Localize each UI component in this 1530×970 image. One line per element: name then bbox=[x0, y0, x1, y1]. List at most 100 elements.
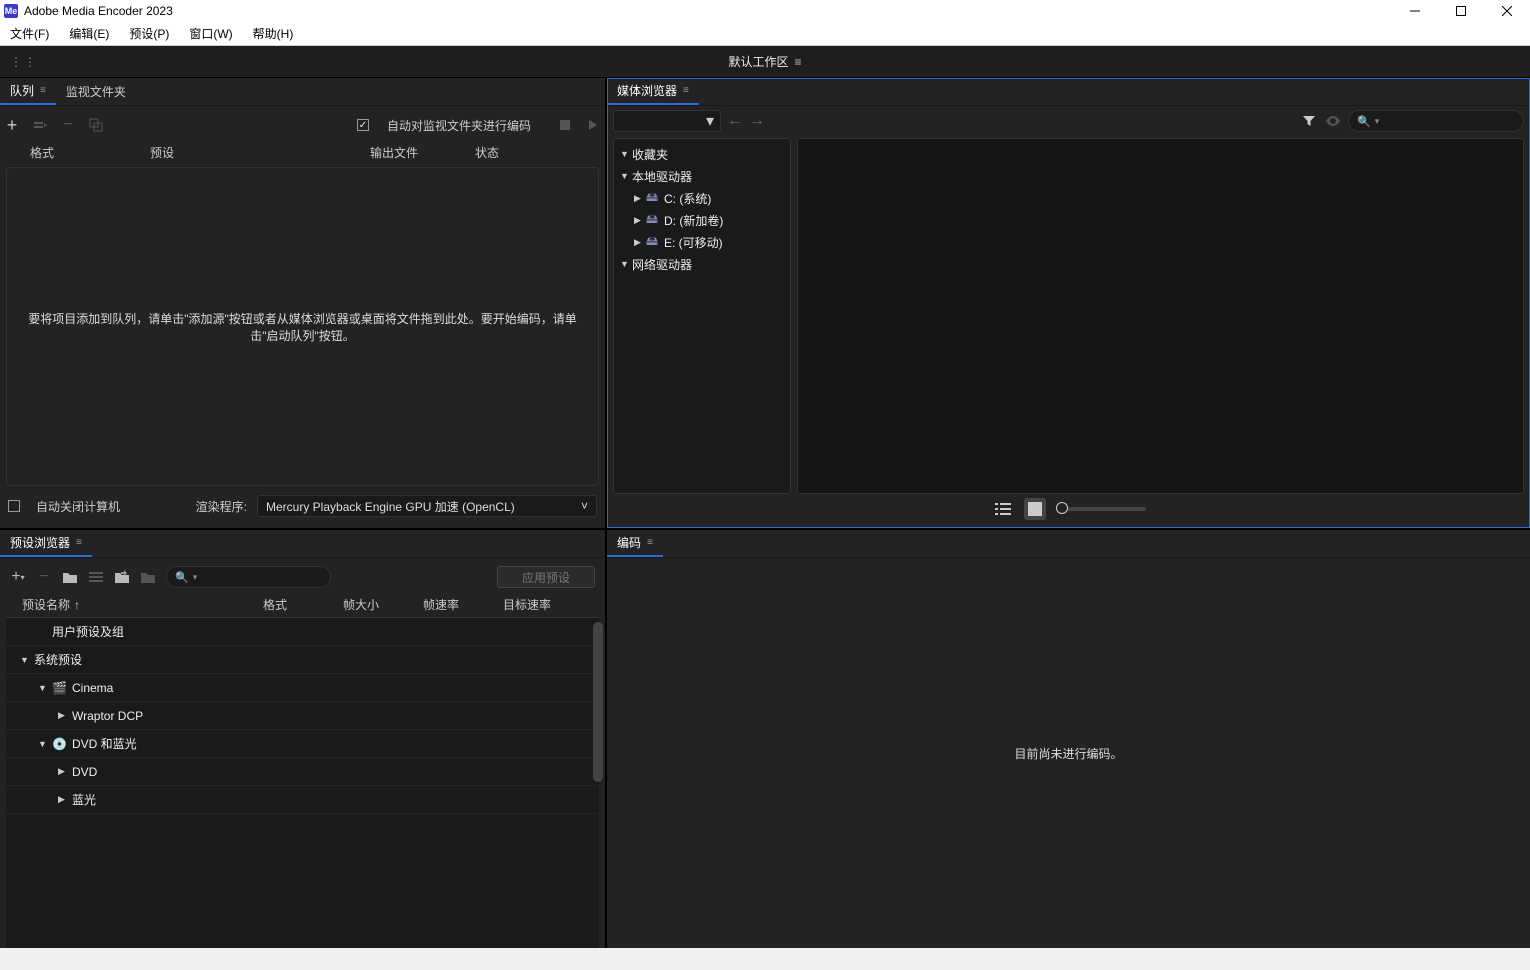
tab-label: 编码 bbox=[617, 534, 641, 551]
preset-row-label: 系统预设 bbox=[34, 651, 82, 668]
preset-row[interactable]: ▶Wraptor DCP bbox=[6, 702, 599, 730]
queue-dropzone[interactable]: 要将项目添加到队列，请单击"添加源"按钮或者从媒体浏览器或桌面将文件拖到此处。要… bbox=[6, 167, 599, 486]
twist-icon[interactable]: ▶ bbox=[58, 766, 72, 777]
panel-grip-icon[interactable]: ⋮⋮ bbox=[10, 55, 38, 69]
bottom-strip bbox=[0, 948, 1530, 970]
list-view-icon[interactable] bbox=[992, 498, 1014, 520]
menu-window[interactable]: 窗口(W) bbox=[179, 22, 242, 45]
preset-row[interactable]: ▶DVD bbox=[6, 758, 599, 786]
eye-icon[interactable] bbox=[1324, 112, 1342, 130]
preset-search-input[interactable]: 🔍 ▾ bbox=[166, 566, 331, 588]
queue-panel: 队列 ≡ 监视文件夹 + − 自动对监视文件夹进行编码 bbox=[0, 78, 605, 528]
twist-icon[interactable]: ▶ bbox=[58, 794, 72, 805]
panel-menu-icon[interactable]: ≡ bbox=[647, 537, 653, 548]
drive-icon: 🖴 bbox=[646, 210, 660, 231]
close-button[interactable] bbox=[1484, 0, 1530, 22]
menu-edit[interactable]: 编辑(E) bbox=[59, 22, 119, 45]
minimize-button[interactable] bbox=[1392, 0, 1438, 22]
duplicate-button[interactable] bbox=[88, 117, 104, 133]
preset-row-label: 用户预设及组 bbox=[52, 623, 124, 640]
app-title: Adobe Media Encoder 2023 bbox=[24, 4, 173, 18]
renderer-label: 渲染程序: bbox=[196, 498, 247, 515]
export-preset-button[interactable] bbox=[140, 569, 156, 585]
thumbnail-view-icon[interactable] bbox=[1024, 498, 1046, 520]
preset-row-label: Wraptor DCP bbox=[72, 709, 143, 723]
renderer-value: Mercury Playback Engine GPU 加速 (OpenCL) bbox=[266, 498, 515, 515]
preset-row[interactable]: 用户预设及组 bbox=[6, 618, 599, 646]
menubar: 文件(F) 编辑(E) 预设(P) 窗口(W) 帮助(H) bbox=[0, 22, 1530, 46]
remove-button[interactable]: − bbox=[60, 117, 76, 133]
tab-queue[interactable]: 队列 ≡ bbox=[0, 78, 56, 105]
tree-favorites[interactable]: ▼收藏夹 bbox=[614, 143, 790, 165]
auto-shutdown-checkbox[interactable] bbox=[8, 500, 20, 512]
auto-encode-checkbox[interactable] bbox=[357, 119, 369, 131]
import-preset-button[interactable] bbox=[114, 569, 130, 585]
search-icon: 🔍 bbox=[175, 571, 189, 584]
maximize-button[interactable] bbox=[1438, 0, 1484, 22]
chevron-down-icon: ˅ bbox=[581, 499, 588, 513]
media-thumbnail-area[interactable] bbox=[797, 138, 1524, 494]
preset-row[interactable]: ▶蓝光 bbox=[6, 786, 599, 814]
nav-back-icon[interactable]: ← bbox=[727, 113, 743, 129]
renderer-select[interactable]: Mercury Playback Engine GPU 加速 (OpenCL) … bbox=[257, 495, 597, 517]
twist-icon[interactable]: ▼ bbox=[38, 683, 52, 693]
nav-forward-icon[interactable]: → bbox=[749, 113, 765, 129]
new-preset-button[interactable]: +▾ bbox=[10, 569, 26, 585]
col-preset-name[interactable]: 预设名称↑ bbox=[22, 596, 263, 613]
stop-queue-button[interactable] bbox=[557, 117, 573, 133]
start-queue-button[interactable] bbox=[585, 117, 601, 133]
tab-encoding[interactable]: 编码 ≡ bbox=[607, 530, 663, 557]
scrollbar[interactable] bbox=[593, 622, 603, 782]
panel-menu-icon[interactable]: ≡ bbox=[683, 85, 689, 96]
preset-row[interactable]: ▼💿DVD 和蓝光 bbox=[6, 730, 599, 758]
panel-menu-icon[interactable]: ≡ bbox=[76, 537, 82, 548]
preset-row[interactable]: ▼系统预设 bbox=[6, 646, 599, 674]
menu-preset[interactable]: 预设(P) bbox=[119, 22, 179, 45]
search-icon: 🔍 bbox=[1357, 115, 1371, 128]
new-group-button[interactable] bbox=[62, 569, 78, 585]
apply-preset-button[interactable]: 应用预设 bbox=[497, 566, 595, 588]
tree-network-drives[interactable]: ▼网络驱动器 bbox=[614, 253, 790, 275]
encoding-idle-text: 目前尚未进行编码。 bbox=[1014, 745, 1122, 762]
col-format: 格式 bbox=[30, 144, 150, 161]
col-framesize[interactable]: 帧大小 bbox=[343, 596, 423, 613]
preset-browser-panel: 预设浏览器 ≡ +▾ − 🔍 bbox=[0, 530, 605, 948]
workspace-label[interactable]: 默认工作区 bbox=[728, 53, 788, 70]
preset-row[interactable]: ▼🎬Cinema bbox=[6, 674, 599, 702]
preset-list[interactable]: 用户预设及组▼系统预设▼🎬Cinema▶Wraptor DCP▼💿DVD 和蓝光… bbox=[6, 617, 599, 948]
tree-local-drives[interactable]: ▼本地驱动器 bbox=[614, 165, 790, 187]
menu-file[interactable]: 文件(F) bbox=[0, 22, 59, 45]
panel-menu-icon[interactable]: ≡ bbox=[40, 85, 46, 96]
tab-watch-folders[interactable]: 监视文件夹 bbox=[56, 78, 136, 105]
add-source-button[interactable]: + bbox=[4, 117, 20, 133]
cinema-icon: 🎬 bbox=[52, 681, 68, 695]
encoding-body: 目前尚未进行编码。 bbox=[607, 558, 1530, 948]
col-bitrate[interactable]: 目标速率 bbox=[503, 596, 583, 613]
zoom-handle[interactable] bbox=[1056, 502, 1068, 514]
drive-icon: 🖴 bbox=[646, 188, 660, 209]
preset-row-label: 蓝光 bbox=[72, 791, 96, 808]
media-search-input[interactable]: 🔍 ▾ bbox=[1348, 110, 1524, 132]
delete-preset-button[interactable]: − bbox=[36, 569, 52, 585]
tab-media-browser[interactable]: 媒体浏览器 ≡ bbox=[607, 78, 699, 105]
twist-icon[interactable]: ▼ bbox=[20, 655, 34, 665]
twist-icon[interactable]: ▶ bbox=[58, 710, 72, 721]
tab-preset-browser[interactable]: 预设浏览器 ≡ bbox=[0, 530, 92, 557]
tree-drive-e[interactable]: ▶🖴E: (可移动) bbox=[614, 231, 790, 253]
zoom-slider[interactable] bbox=[1056, 507, 1146, 511]
workspace-menu-icon[interactable]: ≡ bbox=[795, 55, 802, 69]
preset-settings-button[interactable] bbox=[88, 569, 104, 585]
preset-row-label: DVD bbox=[72, 765, 97, 779]
col-framerate[interactable]: 帧速率 bbox=[423, 596, 503, 613]
tab-label: 监视文件夹 bbox=[66, 83, 126, 100]
tree-drive-c[interactable]: ▶🖴C: (系统) bbox=[614, 187, 790, 209]
twist-icon[interactable]: ▼ bbox=[38, 739, 52, 749]
filter-icon[interactable] bbox=[1300, 112, 1318, 130]
menu-help[interactable]: 帮助(H) bbox=[243, 22, 304, 45]
add-output-button[interactable] bbox=[32, 117, 48, 133]
auto-shutdown-label: 自动关闭计算机 bbox=[36, 498, 120, 515]
col-format[interactable]: 格式 bbox=[263, 596, 343, 613]
media-tree[interactable]: ▼收藏夹 ▼本地驱动器 ▶🖴C: (系统) ▶🖴D: (新加卷) ▶🖴E: (可… bbox=[613, 138, 791, 494]
tree-drive-d[interactable]: ▶🖴D: (新加卷) bbox=[614, 209, 790, 231]
path-dropdown[interactable]: ▾ bbox=[613, 110, 721, 132]
